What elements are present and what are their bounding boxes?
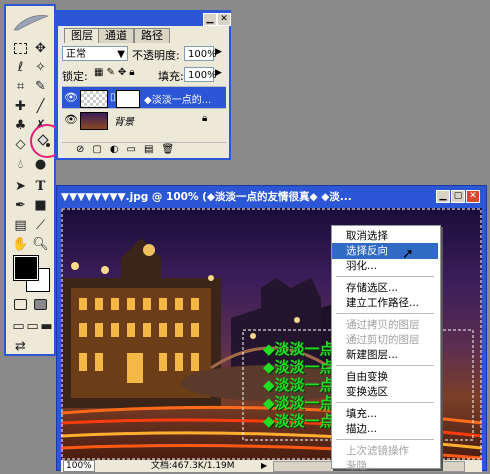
opacity-arrow-icon[interactable]: ▶	[215, 47, 222, 57]
layer-row-text[interactable]: 👁︎ ▯ ◆淡淡一点的...	[62, 86, 226, 109]
eraser-tool-icon[interactable]: ◇	[12, 136, 29, 153]
zoom-field[interactable]: 100%	[63, 460, 95, 472]
menu-item[interactable]: 羽化...	[332, 258, 438, 274]
menu-separator	[336, 365, 434, 366]
visibility-eye-icon[interactable]: 👁︎	[64, 114, 78, 126]
lock-icons[interactable]: ▦✎✥🔒︎	[94, 67, 138, 78]
lasso-tool-icon[interactable]: ℓ	[12, 59, 29, 76]
status-arrow-icon[interactable]: ▶	[261, 460, 267, 472]
quickmask-mode-icon[interactable]	[32, 296, 49, 313]
opacity-input[interactable]: 100%	[184, 46, 217, 61]
tab-layers[interactable]: 图层	[64, 28, 100, 43]
menu-item[interactable]: 填充...	[332, 406, 438, 422]
close-button[interactable]: ✕	[217, 13, 231, 26]
visibility-eye-icon[interactable]: 👁︎	[64, 92, 78, 104]
tab-channels[interactable]: 通道	[98, 28, 134, 43]
brush-tool-icon[interactable]: ╱	[32, 98, 49, 115]
fill-input[interactable]: 100%	[184, 67, 217, 82]
green-text-line: ◆淡淡一点	[263, 394, 335, 412]
layer-thumbnail	[80, 90, 108, 108]
shape-tool-icon[interactable]: ■	[32, 197, 49, 214]
dodge-tool-icon[interactable]: ●	[32, 156, 49, 173]
menu-item[interactable]: 存储选区...	[332, 280, 438, 296]
screen-mode-full-icon[interactable]: ▬	[38, 318, 55, 335]
foreground-color-swatch[interactable]	[13, 255, 39, 281]
crop-tool-icon[interactable]: ⌗	[12, 78, 29, 95]
document-size: 文档:467.3K/1.19M	[151, 461, 235, 471]
menu-item: 渐隐...	[346, 460, 378, 472]
layer-mask-thumbnail	[116, 90, 140, 108]
layer-row-background[interactable]: 👁︎ 背景 🔒︎	[62, 108, 226, 131]
photoshop-feather-icon	[13, 15, 50, 31]
marquee-tool-icon[interactable]	[12, 40, 29, 57]
green-text-line: ◆淡淡一点	[263, 412, 335, 430]
menu-item[interactable]: 新建图层...	[332, 347, 438, 363]
menu-separator	[336, 402, 434, 403]
menu-item[interactable]: 变换选区	[332, 384, 438, 400]
type-tool-icon[interactable]: T	[32, 178, 49, 195]
menu-separator	[336, 439, 434, 440]
notes-tool-icon[interactable]: ▤	[12, 217, 29, 234]
layer-thumbnail	[80, 112, 108, 130]
lock-icon: 🔒︎	[202, 113, 208, 124]
blur-tool-icon[interactable]: 💧︎	[12, 156, 29, 173]
standard-mode-icon[interactable]	[12, 296, 29, 313]
slice-tool-icon[interactable]: ✎	[32, 78, 49, 95]
menu-item[interactable]: 选择反向	[332, 243, 438, 259]
green-text-line: ◆淡淡一点	[263, 358, 335, 376]
minimize-button[interactable]: ▁	[436, 190, 450, 203]
menu-item: 通过拷贝的图层	[346, 319, 420, 331]
path-select-tool-icon[interactable]: ➤	[12, 178, 29, 195]
document-title[interactable]: ▼▼▼▼▼▼▼▼.jpg @ 100% (◆淡淡一点的友情很真◆ ◆淡...	[61, 188, 421, 206]
magic-wand-tool-icon[interactable]: ✧	[32, 59, 49, 76]
menu-item: 通过剪切的图层	[346, 334, 420, 346]
lock-label: 锁定:	[62, 70, 88, 83]
healing-brush-tool-icon[interactable]: ✚	[12, 98, 29, 115]
fill-label: 填充:	[158, 70, 184, 83]
layer-bottom-icons[interactable]: ⊘▢◐▭▤🗑︎	[62, 142, 226, 156]
blend-mode-select[interactable]: 正常 ▼	[62, 46, 128, 61]
clone-stamp-tool-icon[interactable]: ♣	[12, 117, 29, 134]
menu-item: 上次滤镜操作	[346, 445, 409, 457]
layer-name: ◆淡淡一点的...	[144, 95, 212, 106]
hand-tool-icon[interactable]: ✋	[12, 236, 29, 253]
pen-tool-icon[interactable]: ✒	[12, 197, 29, 214]
link-icon: ▯	[110, 92, 116, 103]
fill-arrow-icon[interactable]: ▶	[215, 68, 222, 78]
close-button[interactable]: ✕	[466, 190, 480, 203]
menu-item[interactable]: 建立工作路径...	[332, 295, 438, 311]
menu-separator	[336, 276, 434, 277]
tab-paths[interactable]: 路径	[134, 28, 170, 43]
opacity-label: 不透明度:	[132, 49, 180, 62]
green-text-line: ◆淡淡一点	[263, 340, 335, 358]
menu-item[interactable]: 自由变换	[332, 369, 438, 385]
menu-item[interactable]: 描边...	[332, 421, 438, 437]
toolbox-panel: ✥ ℓ ✧ ⌗ ✎ ✚ ╱ ♣ ✗ ◇ 💧︎ ● ➤ T ✒ ■ ▤ ⟋ ✋ 🔍…	[4, 4, 64, 356]
menu-separator	[336, 313, 434, 314]
zoom-tool-icon[interactable]: 🔍︎	[32, 236, 49, 253]
menu-item[interactable]: 取消选择	[332, 228, 438, 244]
eyedropper-tool-icon[interactable]: ⟋	[32, 217, 49, 234]
green-text-line: ◆淡淡一点	[263, 376, 335, 394]
maximize-button[interactable]: ▢	[451, 190, 465, 203]
layer-name: 背景	[114, 117, 134, 128]
layers-palette: ▁ ✕ 图层 通道 路径 正常 ▼ 不透明度: 100% ▶ 锁定: ▦✎✥🔒︎ …	[56, 10, 231, 160]
minimize-button[interactable]: ▁	[203, 13, 217, 26]
context-menu: 取消选择 选择反向 ➚ 羽化... 存储选区... 建立工作路径... 通过拷贝的图层 通过剪…	[331, 225, 441, 472]
jump-to-imageready-icon[interactable]: ⇄	[12, 338, 29, 355]
move-tool-icon[interactable]: ✥	[32, 40, 49, 57]
